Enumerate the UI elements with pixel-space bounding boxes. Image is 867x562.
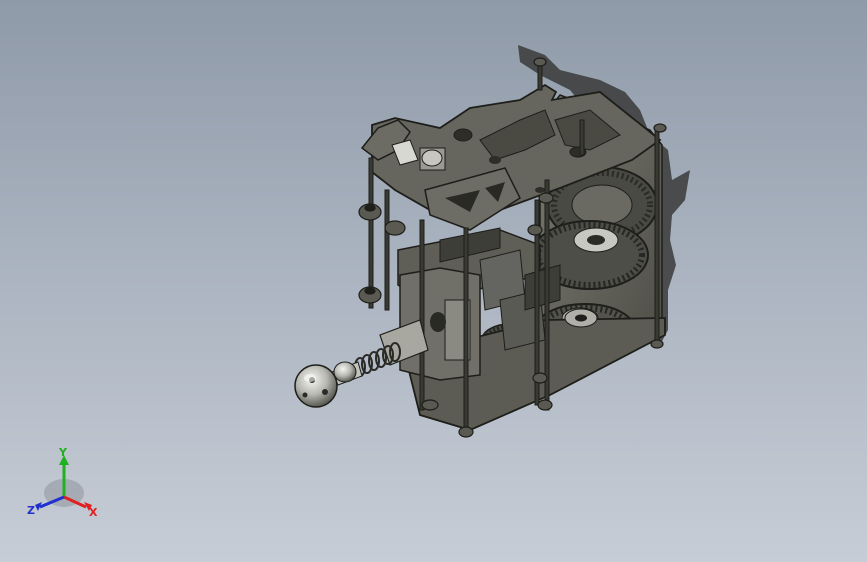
lower-hub <box>564 308 598 328</box>
y-axis-label: Y <box>58 446 68 459</box>
coordinate-triad: Y X Z <box>27 446 98 519</box>
x-axis-label: X <box>89 506 98 519</box>
z-axis-label: Z <box>27 504 35 517</box>
winding-knob <box>294 364 338 408</box>
graphics-viewport[interactable]: Y X Z <box>0 0 867 562</box>
3d-model-clock-mechanism[interactable] <box>0 0 867 562</box>
